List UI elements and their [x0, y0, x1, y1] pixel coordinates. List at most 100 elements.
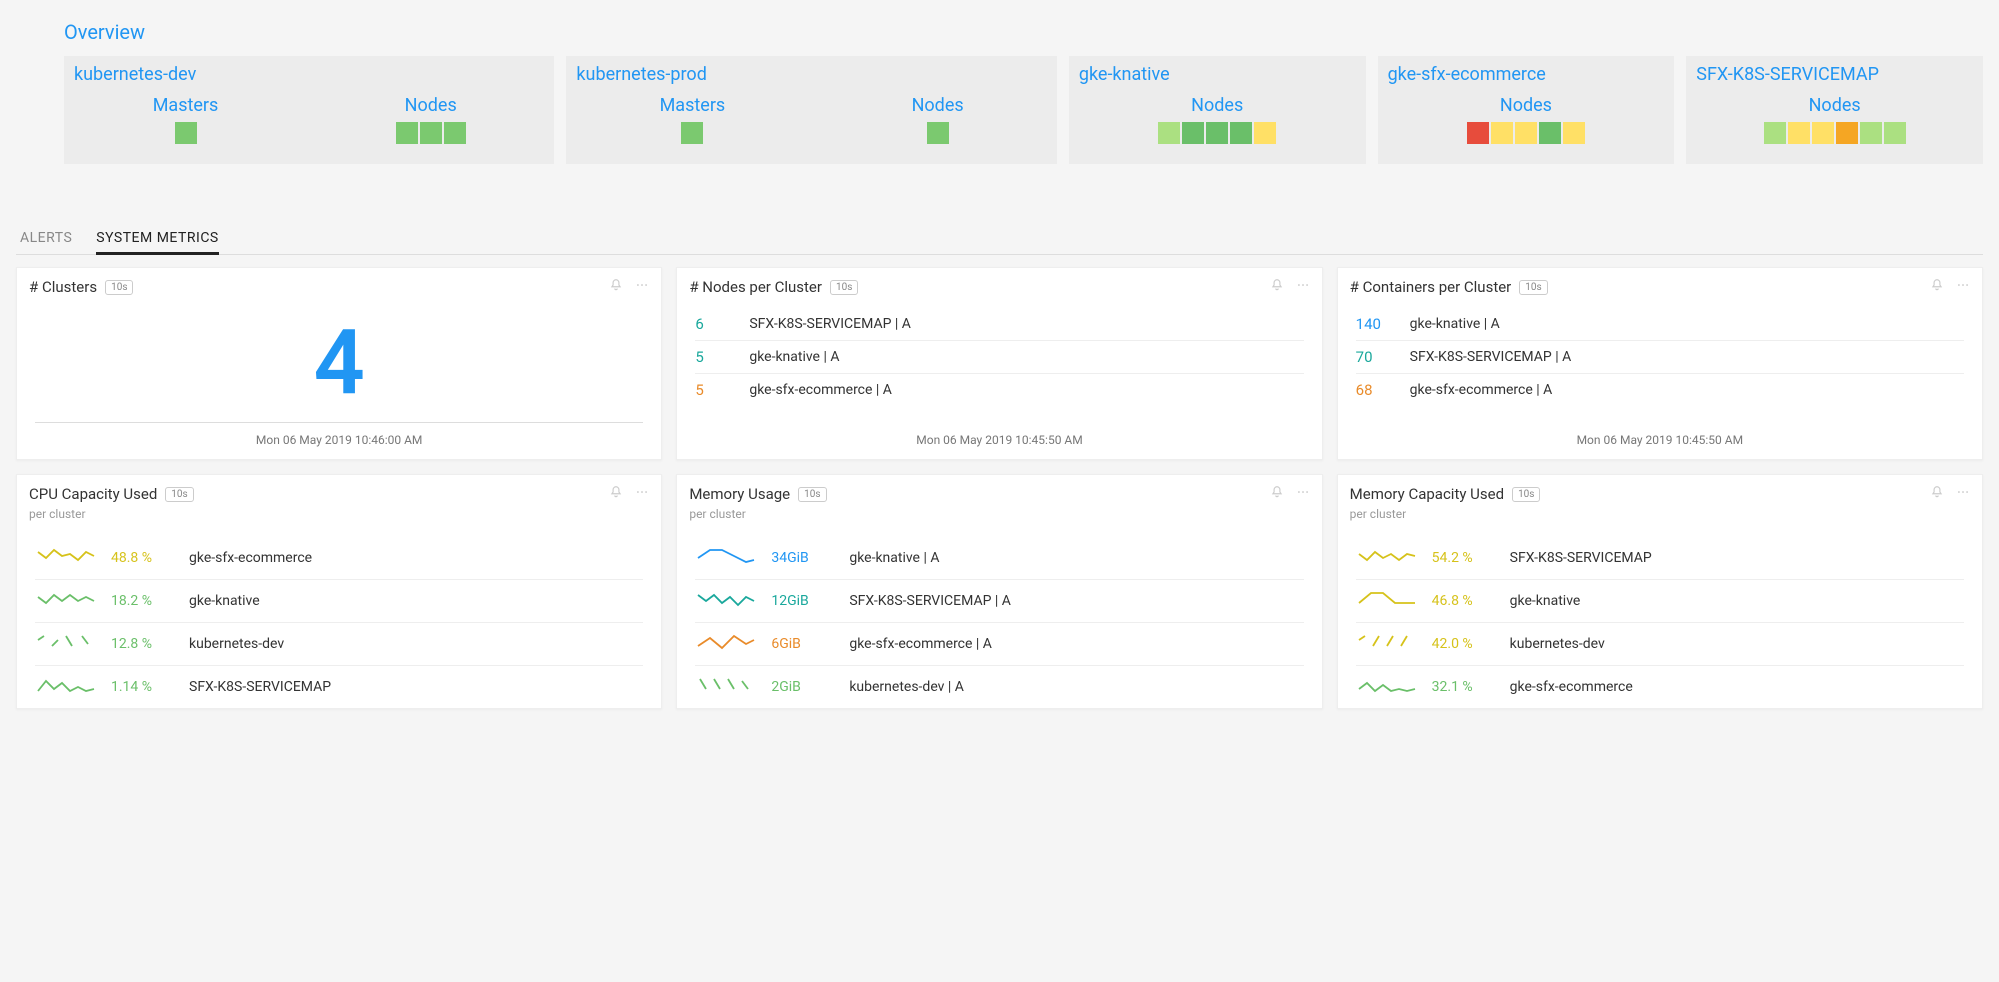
cluster-title[interactable]: kubernetes-prod	[576, 64, 1046, 85]
cluster-title[interactable]: kubernetes-dev	[74, 64, 544, 85]
data-row[interactable]: 6SFX-K8S-SERVICEMAP | A	[695, 308, 1303, 341]
panel-subtitle: per cluster	[1338, 507, 1982, 529]
row-value: 18.2 %	[111, 593, 175, 609]
heat-cell[interactable]	[1860, 122, 1882, 144]
heat-cell[interactable]	[1158, 122, 1180, 144]
row-value: 46.8 %	[1432, 593, 1496, 609]
row-label: kubernetes-dev	[1510, 636, 1964, 652]
cluster-title[interactable]: gke-knative	[1079, 64, 1356, 85]
cluster-card[interactable]: gke-sfx-ecommerce Nodes	[1378, 56, 1675, 164]
data-row[interactable]: 54.2 %SFX-K8S-SERVICEMAP	[1356, 537, 1964, 580]
heat-cell[interactable]	[1515, 122, 1537, 144]
row-label: gke-knative	[189, 593, 643, 609]
sparkline-icon	[695, 587, 757, 615]
sparkline-icon	[35, 630, 97, 658]
heat-cell[interactable]	[927, 122, 949, 144]
cluster-group-label[interactable]: Nodes	[1764, 95, 1906, 116]
data-row[interactable]: 34GiBgke-knative | A	[695, 537, 1303, 580]
row-label: gke-sfx-ecommerce | A	[749, 382, 1303, 398]
data-row[interactable]: 68gke-sfx-ecommerce | A	[1356, 374, 1964, 406]
cluster-group-label[interactable]: Nodes	[1467, 95, 1585, 116]
cluster-group-label[interactable]: Nodes	[1158, 95, 1276, 116]
data-row[interactable]: 12.8 %kubernetes-dev	[35, 623, 643, 666]
panel-memory-capacity: Memory Capacity Used 10s per cluster 54.…	[1337, 474, 1983, 709]
cluster-group-label[interactable]: Nodes	[396, 95, 466, 116]
bell-icon[interactable]	[1270, 485, 1284, 503]
data-row[interactable]: 2GiBkubernetes-dev | A	[695, 666, 1303, 708]
row-label: gke-sfx-ecommerce	[189, 550, 643, 566]
cluster-group-label[interactable]: Masters	[153, 95, 219, 116]
bell-icon[interactable]	[1930, 278, 1944, 296]
data-row[interactable]: 140gke-knative | A	[1356, 308, 1964, 341]
heat-cell[interactable]	[420, 122, 442, 144]
more-icon[interactable]	[1956, 278, 1970, 296]
more-icon[interactable]	[1956, 485, 1970, 503]
data-row[interactable]: 6GiBgke-sfx-ecommerce | A	[695, 623, 1303, 666]
interval-badge: 10s	[105, 280, 133, 295]
cluster-card[interactable]: kubernetes-prod Masters Nodes	[566, 56, 1056, 164]
row-label: SFX-K8S-SERVICEMAP	[1510, 550, 1964, 566]
heat-cell[interactable]	[1812, 122, 1834, 144]
panel-title: # Nodes per Cluster	[689, 278, 822, 296]
panel-title: CPU Capacity Used	[29, 485, 157, 503]
heat-cell[interactable]	[396, 122, 418, 144]
heat-cell[interactable]	[1539, 122, 1561, 144]
heat-cell[interactable]	[1230, 122, 1252, 144]
more-icon[interactable]	[1296, 485, 1310, 503]
heat-cell[interactable]	[1563, 122, 1585, 144]
bell-icon[interactable]	[609, 278, 623, 296]
bell-icon[interactable]	[609, 485, 623, 503]
heat-cell[interactable]	[1764, 122, 1786, 144]
cluster-card[interactable]: kubernetes-dev Masters Nodes	[64, 56, 554, 164]
data-row[interactable]: 46.8 % gke-knative	[1356, 580, 1964, 623]
data-row[interactable]: 70 SFX-K8S-SERVICEMAP | A	[1356, 341, 1964, 374]
heat-cell[interactable]	[444, 122, 466, 144]
cluster-title[interactable]: gke-sfx-ecommerce	[1388, 64, 1665, 85]
data-row[interactable]: 48.8 %gke-sfx-ecommerce	[35, 537, 643, 580]
heat-cell[interactable]	[1206, 122, 1228, 144]
data-row[interactable]: 18.2 % gke-knative	[35, 580, 643, 623]
bell-icon[interactable]	[1930, 485, 1944, 503]
row-label: SFX-K8S-SERVICEMAP | A	[1410, 349, 1964, 365]
data-row[interactable]: 42.0 %kubernetes-dev	[1356, 623, 1964, 666]
heat-cell[interactable]	[1467, 122, 1489, 144]
row-label: SFX-K8S-SERVICEMAP | A	[749, 316, 1303, 332]
row-label: gke-sfx-ecommerce	[1510, 679, 1964, 695]
data-row[interactable]: 5gke-sfx-ecommerce | A	[695, 374, 1303, 406]
sparkline-icon	[1356, 673, 1418, 701]
clusters-row: kubernetes-devMastersNodeskubernetes-pro…	[64, 56, 1983, 164]
heat-cell[interactable]	[681, 122, 703, 144]
heat-cell[interactable]	[1884, 122, 1906, 144]
cluster-title[interactable]: SFX-K8S-SERVICEMAP	[1696, 64, 1973, 85]
data-row[interactable]: 32.1 % gke-sfx-ecommerce	[1356, 666, 1964, 708]
cluster-group-label[interactable]: Nodes	[912, 95, 964, 116]
tab-system-metrics[interactable]: SYSTEM METRICS	[96, 224, 218, 255]
interval-badge: 10s	[798, 487, 826, 502]
heat-cell[interactable]	[1491, 122, 1513, 144]
sparkline-icon	[695, 673, 757, 701]
row-value: 32.1 %	[1432, 679, 1496, 695]
cluster-group-label[interactable]: Masters	[660, 95, 726, 116]
data-row[interactable]: 12GiBSFX-K8S-SERVICEMAP | A	[695, 580, 1303, 623]
panel-timestamp: Mon 06 May 2019 10:45:50 AM	[677, 423, 1321, 459]
cluster-card[interactable]: SFX-K8S-SERVICEMAP Nodes	[1686, 56, 1983, 164]
more-icon[interactable]	[635, 485, 649, 503]
heat-cell[interactable]	[1182, 122, 1204, 144]
heat-cell[interactable]	[1836, 122, 1858, 144]
sparkline-icon	[35, 544, 97, 572]
row-label: gke-knative	[1510, 593, 1964, 609]
heat-cell[interactable]	[1254, 122, 1276, 144]
more-icon[interactable]	[635, 278, 649, 296]
tab-alerts[interactable]: ALERTS	[20, 224, 72, 254]
more-icon[interactable]	[1296, 278, 1310, 296]
overview-title[interactable]: Overview	[64, 20, 1983, 44]
heat-cell[interactable]	[1788, 122, 1810, 144]
bell-icon[interactable]	[1270, 278, 1284, 296]
heat-cell[interactable]	[175, 122, 197, 144]
data-row[interactable]: 1.14 %SFX-K8S-SERVICEMAP	[35, 666, 643, 708]
panel-title: Memory Capacity Used	[1350, 485, 1504, 503]
cluster-card[interactable]: gke-knative Nodes	[1069, 56, 1366, 164]
row-value: 12GiB	[771, 593, 835, 609]
data-row[interactable]: 5gke-knative | A	[695, 341, 1303, 374]
row-value: 70	[1356, 348, 1396, 366]
